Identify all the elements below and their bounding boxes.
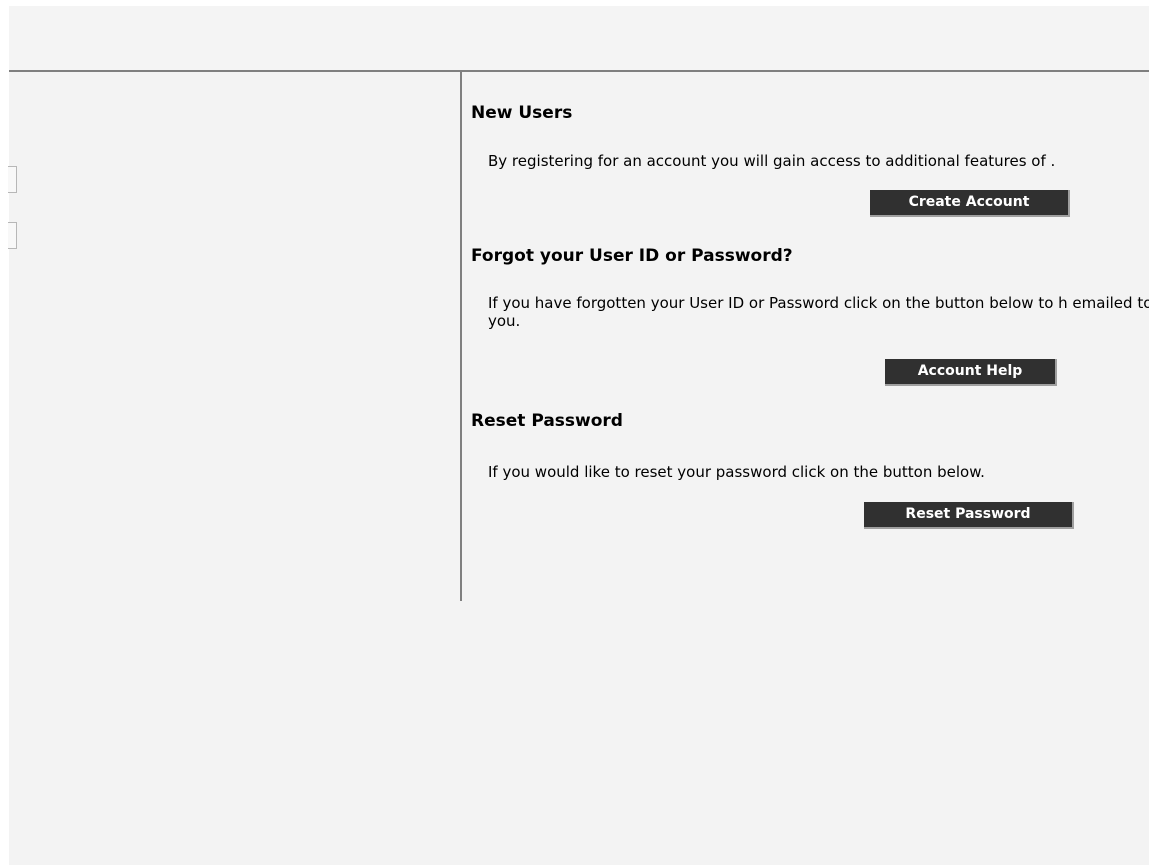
user-id-input-edge[interactable] [8, 166, 17, 193]
forgot-credentials-heading: Forgot your User ID or Password? [471, 246, 793, 266]
reset-password-button[interactable]: Reset Password [864, 502, 1074, 529]
new-users-description: By registering for an account you will g… [488, 152, 1056, 170]
header-bar [9, 6, 1149, 72]
page-container: New Users By registering for an account … [8, 6, 1149, 865]
new-users-heading: New Users [471, 103, 573, 123]
account-options-panel: New Users By registering for an account … [462, 72, 1149, 601]
reset-password-description: If you would like to reset your password… [488, 463, 985, 481]
account-help-button[interactable]: Account Help [885, 359, 1057, 386]
create-account-button[interactable]: Create Account [870, 190, 1070, 217]
login-panel [8, 72, 460, 601]
password-input-edge[interactable] [8, 222, 17, 249]
forgot-credentials-description: If you have forgotten your User ID or Pa… [488, 294, 1149, 330]
reset-password-heading: Reset Password [471, 411, 623, 431]
